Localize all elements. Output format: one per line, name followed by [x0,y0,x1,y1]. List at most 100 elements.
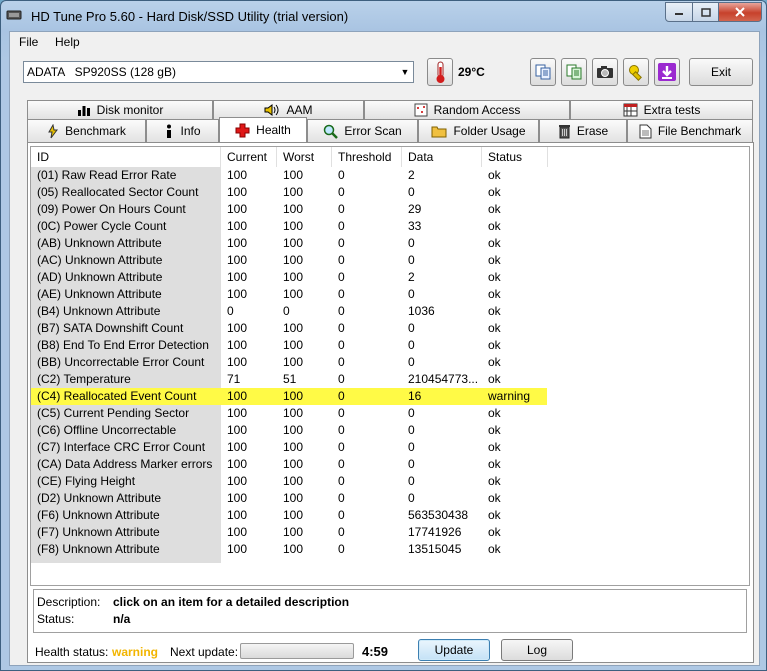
table-row[interactable]: (CA) Data Address Marker errors 100 100 0 0 o… [31,456,749,473]
cell-data: 13515045 [408,542,462,556]
description-label: Description: [37,595,101,609]
cell-current: 100 [227,236,248,250]
table-row[interactable]: (05) Reallocated Sector Count 100 100 0 0 ok [31,184,749,201]
column-header-current[interactable]: Current [221,147,277,167]
table-row[interactable]: (F6) Unknown Attribute 100 100 0 563530438 ok [31,507,749,524]
minimize-button[interactable] [665,2,693,22]
table-row[interactable]: (C6) Offline Uncorrectable 100 100 0 0 ok [31,422,749,439]
tab-extra-tests[interactable]: Extra tests [570,100,753,119]
maximize-button[interactable] [693,2,719,22]
log-button[interactable]: Log [501,639,573,661]
drive-select[interactable]: ADATA SP920SS (128 gB) ▼ [23,61,414,83]
tab-info[interactable]: Info [146,119,219,142]
table-row[interactable]: (AD) Unknown Attribute 100 100 0 2 ok [31,269,749,286]
exit-button[interactable]: Exit [689,58,753,86]
cell-status: ok [488,406,501,420]
column-header-data[interactable]: Data [402,147,482,167]
table-row[interactable]: (CE) Flying Height 100 100 0 0 ok [31,473,749,490]
cell-id: (B8) End To End Error Detection [37,338,209,352]
chevron-down-icon: ▼ [400,67,410,77]
table-row[interactable]: (C7) Interface CRC Error Count 100 100 0 0 ok [31,439,749,456]
next-update-label: Next update: [170,645,239,659]
table-row[interactable]: (C2) Temperature 71 51 0 210454773... ok [31,371,749,388]
table-row[interactable]: (AC) Unknown Attribute 100 100 0 0 ok [31,252,749,269]
close-button[interactable] [719,2,762,22]
cell-worst: 100 [283,168,304,182]
caption-buttons [665,2,762,22]
folder-icon [431,126,447,138]
table-row[interactable]: (F7) Unknown Attribute 100 100 0 17741926 ok [31,524,749,541]
cell-data: 17741926 [408,525,462,539]
tab-random-access[interactable]: Random Access [364,100,570,119]
update-button[interactable]: Update [418,639,490,661]
tab-label: Health [256,123,291,137]
table-row[interactable]: (BB) Uncorrectable Error Count 100 100 0 0 ok [31,354,749,371]
smart-table[interactable]: ID Current Worst Threshold Data Status (… [30,146,750,586]
column-header-threshold[interactable]: Threshold [332,147,402,167]
cell-id: (C5) Current Pending Sector [37,406,190,420]
cell-threshold: 0 [338,423,345,437]
table-row[interactable]: (01) Raw Read Error Rate 100 100 0 2 ok [31,167,749,184]
column-header-worst[interactable]: Worst [277,147,332,167]
menu-help[interactable]: Help [55,35,80,49]
cell-worst: 100 [283,440,304,454]
table-row[interactable]: (AE) Unknown Attribute 100 100 0 0 ok [31,286,749,303]
tab-file-benchmark[interactable]: File Benchmark [627,119,753,142]
cell-status: ok [488,321,501,335]
save-button[interactable] [654,58,680,86]
cell-current: 100 [227,542,248,556]
cell-id: (B7) SATA Downshift Count [37,321,184,335]
cell-threshold: 0 [338,304,345,318]
column-header-id[interactable]: ID [31,147,221,167]
options-button[interactable] [623,58,649,86]
menu-file[interactable]: File [19,35,38,49]
screenshot-button[interactable] [592,58,618,86]
health-footer: Health status: warning Next update: 4:59… [28,636,753,662]
cell-worst: 100 [283,355,304,369]
cell-data: 0 [408,423,415,437]
cell-current: 100 [227,338,248,352]
wrench-icon [629,65,642,81]
app-window: HD Tune Pro 5.60 - Hard Disk/SSD Utility… [0,0,767,671]
copy-all-button[interactable] [561,58,587,86]
copy-info-button[interactable] [530,58,556,86]
cell-current: 0 [227,304,234,318]
maximize-icon [700,7,711,17]
tab-erase[interactable]: Erase [539,119,627,142]
table-row[interactable]: (C4) Reallocated Event Count 100 100 0 16 war… [31,388,547,405]
table-row[interactable]: (09) Power On Hours Count 100 100 0 29 ok [31,201,749,218]
cell-data: 0 [408,406,415,420]
cell-worst: 100 [283,253,304,267]
cell-id: (F7) Unknown Attribute [37,525,160,539]
cell-worst: 100 [283,338,304,352]
table-row[interactable]: (D2) Unknown Attribute 100 100 0 0 ok [31,490,749,507]
health-status-value: warning [112,645,159,659]
minimize-icon [675,13,683,15]
cell-id: (09) Power On Hours Count [37,202,186,216]
cell-status: ok [488,508,501,522]
cell-worst: 100 [283,542,304,556]
table-row[interactable]: (B4) Unknown Attribute 0 0 0 1036 ok [31,303,749,320]
cell-current: 100 [227,440,248,454]
tab-benchmark[interactable]: Benchmark [27,119,146,142]
tab-health[interactable]: Health [219,117,307,142]
cell-threshold: 0 [338,253,345,267]
table-row[interactable]: (B7) SATA Downshift Count 100 100 0 0 ok [31,320,749,337]
table-row[interactable]: (AB) Unknown Attribute 100 100 0 0 ok [31,235,749,252]
title-bar[interactable]: HD Tune Pro 5.60 - Hard Disk/SSD Utility… [1,1,766,31]
table-row[interactable]: (0C) Power Cycle Count 100 100 0 33 ok [31,218,749,235]
cell-data: 210454773... [408,372,479,386]
copy-icon [535,64,551,80]
table-row[interactable]: (F8) Unknown Attribute 100 100 0 13515045 ok [31,541,749,558]
benchmark-icon [48,123,59,138]
column-header-status[interactable]: Status [482,147,548,167]
table-row[interactable]: (B8) End To End Error Detection 100 100 0 0 o… [31,337,749,354]
cell-current: 100 [227,474,248,488]
cell-id: (CA) Data Address Marker errors [37,457,213,471]
table-row[interactable]: (C5) Current Pending Sector 100 100 0 0 ok [31,405,749,422]
tab-folder-usage[interactable]: Folder Usage [418,119,539,142]
tab-error-scan[interactable]: Error Scan [307,119,418,142]
tab-disk-monitor[interactable]: Disk monitor [27,100,213,119]
cell-data: 0 [408,185,415,199]
cell-threshold: 0 [338,406,345,420]
